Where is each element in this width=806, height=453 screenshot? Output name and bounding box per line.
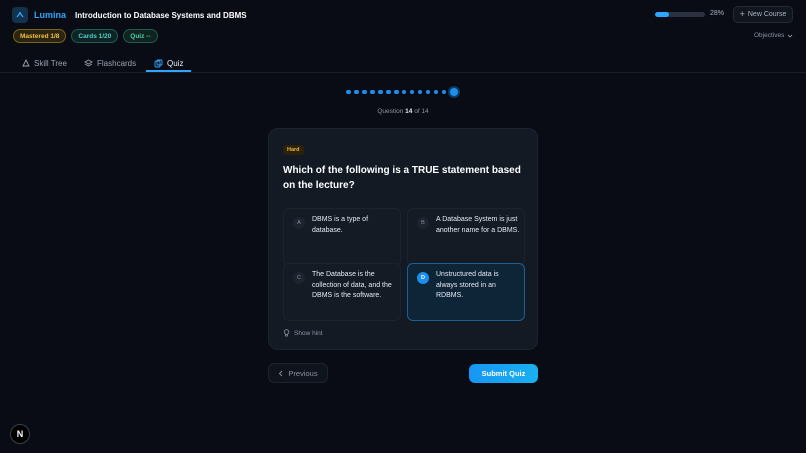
- question-counter: Question 14 of 14: [0, 108, 806, 115]
- question-dot[interactable]: [385, 89, 391, 95]
- logo-icon: [12, 7, 28, 23]
- course-progress-fill: [655, 12, 669, 17]
- chevron-down-icon: [788, 34, 793, 38]
- previous-label: Previous: [288, 368, 318, 378]
- option-c[interactable]: C The Database is the collection of data…: [283, 263, 401, 321]
- plus-icon: +: [739, 9, 745, 19]
- question-dot[interactable]: [433, 89, 439, 95]
- course-title: Introduction to Database Systems and DBM…: [75, 10, 247, 20]
- question-dot[interactable]: [441, 89, 447, 95]
- show-hint-button[interactable]: Show hint: [283, 329, 323, 337]
- quiz-card: Hard Which of the following is a TRUE st…: [268, 128, 538, 350]
- new-course-label: New Course: [747, 11, 787, 18]
- question-progress-dots: [346, 88, 458, 96]
- triangle-icon: [22, 59, 30, 67]
- question-counter-current: 14: [405, 108, 413, 115]
- dev-tools-badge[interactable]: N: [10, 424, 30, 444]
- status-badges: Mastered 1/8 Cards 1/20 Quiz --: [13, 29, 158, 43]
- question-text: Which of the following is a TRUE stateme…: [283, 165, 521, 191]
- submit-quiz-button[interactable]: Submit Quiz: [469, 364, 538, 383]
- option-a[interactable]: A DBMS is a type of database.: [283, 208, 401, 266]
- option-letter: D: [417, 272, 429, 284]
- question-counter-total: of 14: [414, 108, 429, 115]
- cards-badge[interactable]: Cards 1/20: [71, 29, 119, 43]
- option-letter: A: [293, 217, 305, 229]
- quiz-icon: [154, 59, 163, 67]
- difficulty-badge: Hard: [283, 145, 304, 155]
- dev-tools-label: N: [16, 429, 24, 439]
- tab-label: Skill Tree: [34, 58, 67, 68]
- tab-label: Flashcards: [97, 58, 137, 68]
- question-dot[interactable]: [393, 89, 399, 95]
- option-text: The Database is the collection of data, …: [312, 271, 392, 299]
- objectives-dropdown[interactable]: Objectives: [754, 32, 793, 39]
- tab-skill-tree[interactable]: Skill Tree: [22, 55, 67, 71]
- option-text: DBMS is a type of database.: [312, 216, 369, 234]
- question-dot-current[interactable]: [449, 88, 458, 96]
- quiz-badge[interactable]: Quiz --: [123, 29, 158, 43]
- question-dot[interactable]: [346, 89, 351, 95]
- question-dot[interactable]: [361, 89, 367, 95]
- submit-quiz-label: Submit Quiz: [481, 369, 526, 378]
- chevron-left-icon: [279, 370, 283, 376]
- question-dot[interactable]: [353, 89, 359, 95]
- question-dot[interactable]: [409, 89, 415, 95]
- option-text: A Database System is just another name f…: [436, 216, 520, 234]
- tab-flashcards[interactable]: Flashcards: [84, 55, 136, 71]
- mastered-badge[interactable]: Mastered 1/8: [13, 29, 67, 43]
- question-dot[interactable]: [425, 89, 431, 95]
- tab-quiz[interactable]: Quiz: [154, 55, 183, 71]
- option-letter: B: [417, 217, 429, 229]
- tab-label: Quiz: [167, 58, 184, 68]
- lightbulb-icon: [283, 329, 290, 337]
- question-dot[interactable]: [369, 89, 375, 95]
- question-dot[interactable]: [417, 89, 423, 95]
- course-progress-bar: [655, 12, 705, 17]
- new-course-button[interactable]: + New Course: [733, 6, 793, 23]
- show-hint-label: Show hint: [294, 329, 323, 337]
- objectives-label: Objectives: [754, 32, 785, 39]
- option-b[interactable]: B A Database System is just another name…: [407, 208, 525, 266]
- option-letter: C: [293, 272, 305, 284]
- previous-button[interactable]: Previous: [268, 363, 328, 383]
- brand-name[interactable]: Lumina: [34, 10, 66, 20]
- question-counter-prefix: Question: [377, 108, 404, 115]
- question-dot[interactable]: [377, 89, 383, 95]
- active-tab-indicator: [146, 70, 191, 72]
- option-d[interactable]: D Unstructured data is always stored in …: [407, 263, 525, 321]
- option-text: Unstructured data is always stored in an…: [436, 271, 499, 299]
- course-progress-text: 28%: [710, 10, 725, 17]
- tab-bar: Skill Tree Flashcards Quiz: [0, 53, 806, 73]
- question-dot[interactable]: [401, 89, 407, 95]
- layers-icon: [84, 59, 93, 67]
